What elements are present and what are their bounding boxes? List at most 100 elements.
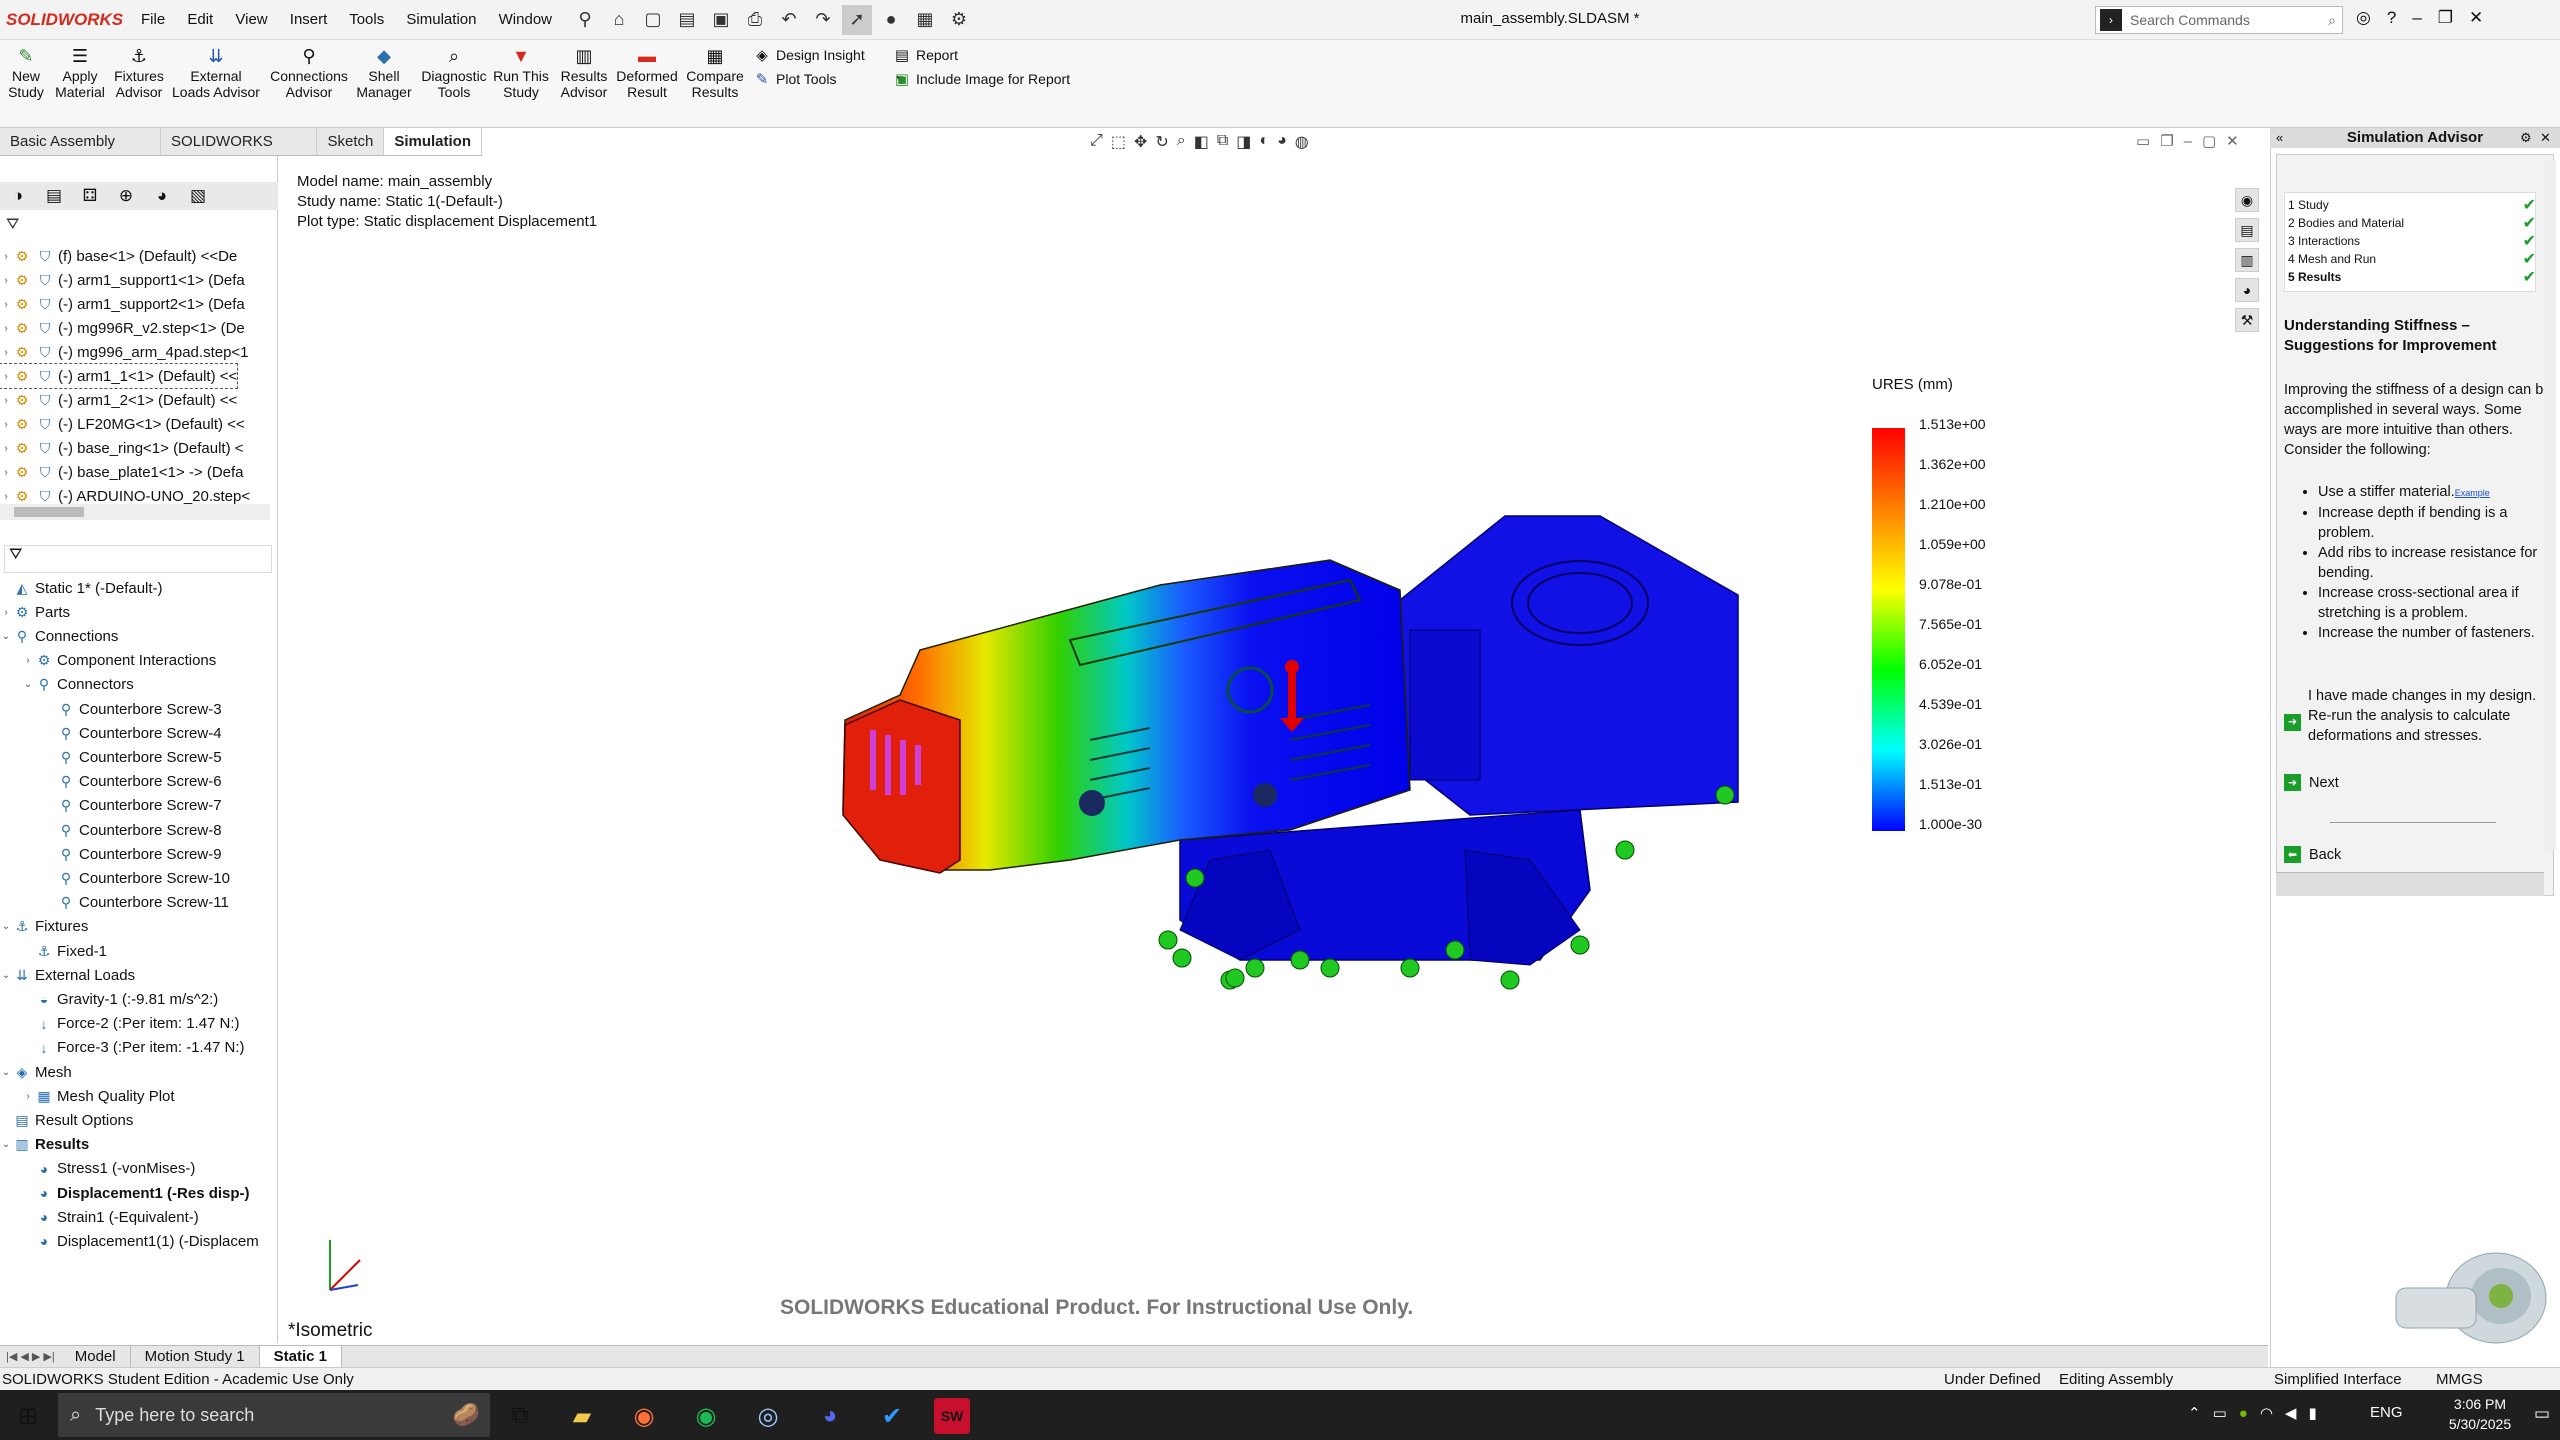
expand-arrow-icon[interactable]: › [22,655,34,666]
screw-connector-item[interactable]: ⚲ Counterbore Screw-3 [44,697,222,721]
spotify-icon[interactable]: ◉ [686,1398,726,1434]
assembly-component-item[interactable]: › ⚙ ⛉ (-) arm1_support2<1> (Defa [0,292,244,316]
account-icon[interactable]: ◎ [2356,8,2387,27]
windows-start-icon[interactable]: ⊞ [8,1398,48,1434]
strain-plot-item[interactable]: ◕ Strain1 (-Equivalent-) [22,1205,199,1229]
expand-arrow-icon[interactable]: ⌄ [0,1139,12,1150]
volume-icon[interactable]: ◀ [2285,1405,2309,1422]
file-explorer-icon[interactable]: ▰ [562,1398,602,1434]
notification-icon[interactable]: ▭ [2534,1404,2550,1424]
minimize-icon[interactable]: – [2184,133,2202,150]
expand-arrow-icon[interactable]: › [0,467,12,478]
simulation-advisor-tab-icon[interactable]: ⚒ [2235,308,2259,332]
property-manager-tab-icon[interactable]: ▤ [36,186,72,206]
menu-tools[interactable]: Tools [349,11,384,28]
screw-connector-item[interactable]: ⚲ Counterbore Screw-8 [44,818,222,842]
rerun-text[interactable]: I have made changes in my design. Re-run… [2308,686,2552,746]
expand-arrow-icon[interactable]: ⌄ [0,970,12,981]
new-document-icon[interactable]: ▢ [638,5,668,35]
back-link[interactable]: ⬅ Back [2284,846,2341,863]
run-this-study-button[interactable]: ▼ Run This Study [492,44,550,100]
hide-show-icon[interactable]: ◐ [1259,132,1269,154]
assembly-component-item[interactable]: › ⚙ ⛉ (-) base_ring<1> (Default) < [0,436,243,460]
advisor-step-2[interactable]: 2 Bodies and Material ✔ [2288,215,2536,232]
nvidia-icon[interactable]: ● [2239,1405,2260,1422]
wifi-icon[interactable]: ◠ [2260,1405,2285,1422]
appearance-icon[interactable]: ◕ [1277,132,1287,154]
expand-arrow-icon[interactable]: ⌄ [0,631,12,642]
solidworks-logo[interactable]: SOLIDWORKS [6,10,141,30]
print-icon[interactable]: ⎙ [740,5,770,35]
status-simplified-interface[interactable]: Simplified Interface [2274,1371,2402,1388]
example-link[interactable]: Example [2455,488,2490,498]
collapse-icon[interactable]: « [2276,130,2283,145]
screw-connector-item[interactable]: ⚲ Counterbore Screw-4 [44,721,222,745]
expand-arrow-icon[interactable]: › [0,443,12,454]
parts-item[interactable]: › ⚙ Parts [0,600,70,624]
external-loads-advisor-button[interactable]: ⇊ External Loads Advisor [170,44,262,100]
traffic-light-icon[interactable]: ● [876,5,906,35]
zoom-to-fit-icon[interactable]: ⤢ [1090,132,1103,154]
home-icon[interactable]: ⌂ [604,5,634,35]
apply-material-button[interactable]: ☰ Apply Material [52,44,108,100]
file-explorer-icon[interactable]: ▥ [2235,248,2259,272]
stress-plot-item[interactable]: ◕ Stress1 (-vonMises-) [22,1157,196,1181]
tab-model[interactable]: Model [61,1345,131,1368]
display-style-icon[interactable]: ◨ [1236,132,1251,154]
expand-arrow-icon[interactable]: › [0,395,12,406]
tab-static-1[interactable]: Static 1 [259,1345,343,1368]
design-insight-button[interactable]: ◈ Design Insight [752,46,865,64]
advisor-step-3[interactable]: 3 Interactions ✔ [2288,233,2536,250]
displacement-plot-item[interactable]: ◕ Displacement1(1) (-Displacem [22,1229,259,1253]
section-view-icon[interactable]: ◧ [1194,132,1209,154]
help-icon[interactable]: ? [2387,8,2412,27]
restore-icon[interactable]: ❐ [2160,133,2183,150]
tab-nav-arrows-icon[interactable]: |◀ ◀ ▶ ▶| [0,1350,61,1363]
assembly-component-item[interactable]: › ⚙ ⛉ (-) arm1_1<1> (Default) << [0,363,239,389]
solidworks-taskbar-icon[interactable]: SW [934,1398,970,1434]
todo-icon[interactable]: ✔ [872,1398,912,1434]
assembly-component-item[interactable]: › ⚙ ⛉ (-) mg996_arm_4pad.step<1 [0,340,248,364]
taskbar-search[interactable]: ⌕ Type here to search 🥔 [58,1393,490,1437]
search-input[interactable]: Search Commands [2130,12,2250,28]
deformed-result-button[interactable]: ▬ Deformed Result [614,44,680,100]
maximize-icon[interactable]: ▢ [2202,133,2226,150]
search-commands[interactable]: › Search Commands ⌕ [2095,6,2343,34]
maximize-icon[interactable]: ❐ [2438,8,2469,27]
fixtures-advisor-button[interactable]: ⚓ Fixtures Advisor [110,44,168,100]
dimxpert-tab-icon[interactable]: ⊕ [108,186,144,206]
assembly-component-item[interactable]: › ⚙ ⛉ (-) arm1_support1<1> (Defa [0,268,244,292]
screw-connector-item[interactable]: ⚲ Counterbore Screw-11 [44,891,229,915]
expand-arrow-icon[interactable]: › [0,251,12,262]
screw-connector-item[interactable]: ⚲ Counterbore Screw-6 [44,770,222,794]
file-properties-icon[interactable]: ▦ [910,5,940,35]
tab-simulation[interactable]: Simulation [384,128,482,155]
connections-item[interactable]: ⌄ ⚲ Connections [0,624,119,648]
expand-arrow-icon[interactable]: › [0,299,12,310]
expand-arrow-icon[interactable]: › [0,491,12,502]
tab-solidworks-cam[interactable]: SOLIDWORKS CAM [161,128,318,178]
display-manager-tab-icon[interactable]: ◕ [144,186,180,206]
sim-tree-filter[interactable]: ⛛ [4,545,272,573]
select-icon[interactable]: ➚ [842,4,872,35]
network-icon[interactable]: ▭ [2213,1405,2239,1422]
chevron-up-icon[interactable]: ⌃ [2188,1405,2213,1422]
expand-arrow-icon[interactable]: › [0,607,12,618]
report-button[interactable]: ▤ Report [892,46,958,64]
assembly-component-item[interactable]: › ⚙ ⛉ (-) mg996R_v2.step<1> (De [0,316,244,340]
view-orientation-icon[interactable]: ⧉ [1217,132,1228,154]
assembly-component-item[interactable]: › ⚙ ⛉ (-) base_plate1<1> -> (Defa [0,460,243,484]
tab-sketch[interactable]: Sketch [317,128,385,155]
expand-arrow-icon[interactable]: › [0,323,12,334]
language-indicator[interactable]: ENG [2370,1404,2403,1421]
status-units[interactable]: MMGS [2436,1371,2483,1388]
external-loads-item[interactable]: ⌄ ⇊ External Loads [0,963,135,987]
gravity-item[interactable]: ◒ Gravity-1 (:-9.81 m/s^2:) [22,987,218,1011]
menu-edit[interactable]: Edit [187,11,213,28]
connectors-item[interactable]: ⌄ ⚲ Connectors [22,673,134,697]
component-interactions-item[interactable]: › ⚙ Component Interactions [22,649,216,673]
design-library-icon[interactable]: ▤ [2235,218,2259,242]
clock[interactable]: 3:06 PM 5/30/2025 [2440,1394,2520,1434]
expand-arrow-icon[interactable]: › [22,1091,34,1102]
rerun-arrow-icon[interactable]: ➜ [2284,714,2301,731]
